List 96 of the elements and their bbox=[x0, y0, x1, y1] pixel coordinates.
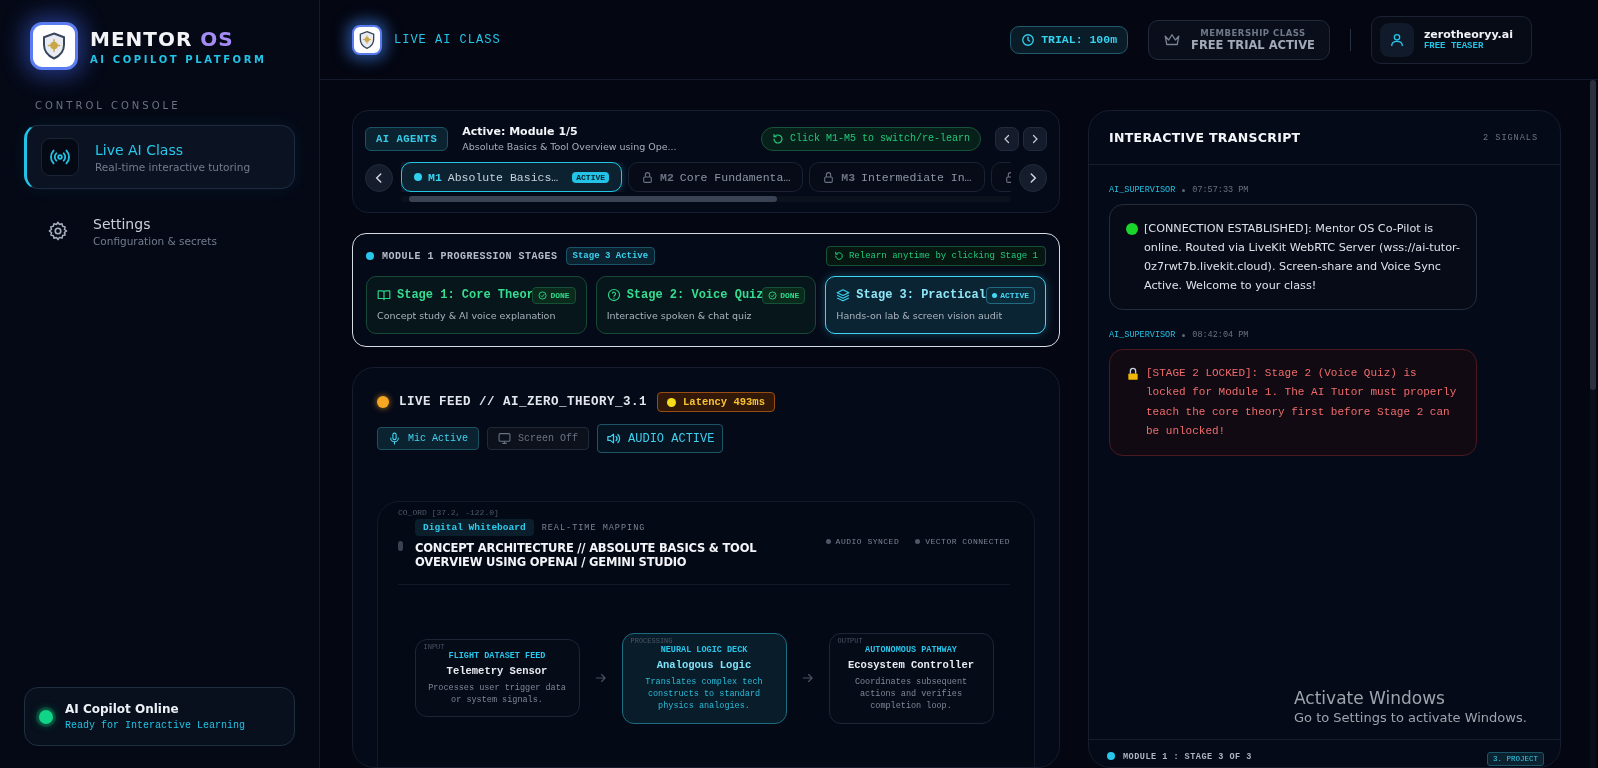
status-dot bbox=[366, 252, 374, 260]
mapping-label: REAL-TIME MAPPING bbox=[541, 522, 646, 533]
scroll-right-button[interactable] bbox=[1019, 164, 1047, 192]
live-dot bbox=[377, 396, 389, 408]
speaker-icon bbox=[606, 431, 622, 446]
stages-title: MODULE 1 PROGRESSION STAGES bbox=[382, 250, 558, 262]
scroll-left-button[interactable] bbox=[365, 164, 393, 192]
user-icon bbox=[1388, 31, 1405, 48]
coordinates-label: CO_ORD [37.2, -122.0] bbox=[398, 508, 500, 517]
status-title: AI Copilot Online bbox=[65, 702, 180, 716]
refresh-icon bbox=[833, 251, 844, 261]
layers-icon bbox=[836, 288, 851, 302]
whiteboard-badge: Digital Whiteboard bbox=[415, 519, 534, 536]
status-dot bbox=[1107, 752, 1115, 760]
message-text: [CONNECTION ESTABLISHED]: Mentor OS Co-Pilot is online. Routed via LiveKit WebRTC Server (wss://ai-tutor-0z7rwt7b.livekit.cloud). Screen-share and Voice Sync Active. Welcome to your class! bbox=[1144, 221, 1460, 295]
node-category: AUTONOMOUS PATHWAY bbox=[864, 644, 958, 655]
clock-icon bbox=[1021, 32, 1036, 47]
message-time: 08:42:04 PM bbox=[1192, 330, 1249, 341]
refresh-icon bbox=[771, 132, 784, 145]
brand-subtitle: AI COPILOT PLATFORM bbox=[90, 54, 267, 65]
control-toggle[interactable]: Mic Active bbox=[377, 427, 479, 450]
lock-icon bbox=[822, 170, 836, 184]
user-plan: FREE TEASER bbox=[1423, 41, 1485, 51]
stage-card[interactable]: Stage 1: Core Theor DONE Concept study & AI voice explanation bbox=[366, 276, 587, 334]
nav-description: Configuration & secrets bbox=[93, 234, 217, 247]
membership-label: MEMBERSHIP CLASS bbox=[1199, 27, 1307, 38]
activation-title: Activate Windows bbox=[1294, 688, 1446, 708]
node-title: Ecosystem Controller bbox=[847, 658, 975, 671]
status-indicator: AUDIO SYNCED bbox=[825, 537, 900, 546]
active-dot bbox=[414, 173, 422, 181]
nav-item[interactable]: Settings Configuration & secrets bbox=[24, 199, 295, 263]
message-sender: AI_SUPERVISOR bbox=[1109, 330, 1176, 341]
status-badge: ACTIVE bbox=[986, 287, 1035, 304]
stage-description: Hands-on lab & screen vision audit bbox=[836, 310, 1004, 321]
whiteboard-title: CONCEPT ARCHITECTURE // ABSOLUTE BASICS & TOOL OVERVIEW USING OPENAI / GEMINI STUDIO bbox=[415, 542, 758, 570]
nav-item[interactable]: Live AI Class Real-time interactive tutoring bbox=[24, 125, 295, 189]
stage-description: Interactive spoken & chat quiz bbox=[606, 310, 753, 321]
monitor-icon bbox=[498, 432, 511, 445]
module-subtitle: Absolute Basics & Tool Overview using Ope... bbox=[462, 141, 678, 152]
module-tab[interactable]: M3 Intermediate In… bbox=[809, 162, 985, 192]
book-icon bbox=[377, 288, 391, 302]
transcript-title: INTERACTIVE TRANSCRIPT bbox=[1109, 130, 1301, 145]
stage-title: Stage 1: Core Theor bbox=[397, 288, 534, 302]
node-description: Translates complex tech constructs to standard physics analogies. bbox=[644, 675, 764, 713]
stage-title: Stage 2: Voice Quiz bbox=[626, 288, 764, 302]
stage-badge: Stage 3 Active bbox=[565, 247, 656, 265]
status-badge: DONE bbox=[762, 287, 806, 304]
relearn-hint-button[interactable]: Relearn anytime by clicking Stage 1 bbox=[825, 246, 1046, 266]
next-button[interactable] bbox=[1023, 126, 1047, 151]
module-title: Active: Module 1/5 bbox=[462, 125, 579, 138]
node-title: Telemetry Sensor bbox=[445, 664, 549, 677]
signal-count: 2 SIGNALS bbox=[1483, 132, 1538, 143]
lock-icon bbox=[1126, 367, 1140, 382]
node-category: FLIGHT DATASET FEED bbox=[447, 650, 547, 661]
stage-progress-label: MODULE 1 : STAGE 3 OF 3 bbox=[1123, 752, 1252, 762]
microphone-icon bbox=[388, 432, 401, 445]
status-subtitle: Ready for Interactive Learning bbox=[65, 720, 246, 731]
settings-icon bbox=[47, 220, 69, 242]
nav-label: Settings bbox=[93, 215, 152, 232]
user-card[interactable]: zerotheoryy.ai FREE TEASER bbox=[1370, 15, 1532, 64]
activation-message: Go to Settings to activate Windows. bbox=[1294, 710, 1527, 725]
stage-title: Stage 3: Practical bbox=[856, 288, 986, 302]
agents-badge: AI AGENTS bbox=[365, 126, 449, 151]
trial-badge: TRIAL: 100m bbox=[1010, 25, 1129, 54]
previous-button[interactable] bbox=[995, 126, 1019, 151]
stage-card[interactable]: Stage 2: Voice Quiz DONE Interactive spoken & chat quiz bbox=[595, 276, 817, 334]
brand-title: MENTOR OS bbox=[90, 27, 235, 51]
node-title: Analogous Logic bbox=[655, 658, 753, 671]
switch-hint-button[interactable]: Click M1-M5 to switch/re-learn bbox=[760, 126, 981, 151]
control-toggle[interactable]: Screen Off bbox=[487, 427, 590, 450]
drag-handle[interactable] bbox=[398, 541, 403, 551]
membership-value: FREE TRIAL ACTIVE bbox=[1191, 37, 1315, 52]
latency-badge: Latency 493ms bbox=[657, 392, 775, 412]
nav-label: Live AI Class bbox=[95, 141, 185, 158]
message-sender: AI_SUPERVISOR bbox=[1109, 185, 1176, 195]
stage-description: Concept study & AI voice explanation bbox=[377, 310, 557, 321]
section-label: CONTROL CONSOLE bbox=[35, 100, 182, 111]
status-badge: DONE bbox=[532, 287, 576, 304]
page-title: LIVE AI CLASS bbox=[394, 32, 501, 47]
lock-icon bbox=[641, 170, 655, 184]
module-tab[interactable]: M1 Absolute Basics… ACTIVE bbox=[401, 162, 623, 192]
feed-title: LIVE FEED // AI_ZERO_THEORY_3.1 bbox=[399, 395, 648, 409]
stage-card[interactable]: Stage 3: Practical ACTIVE Hands-on lab & screen vision audit bbox=[825, 276, 1046, 334]
online-dot bbox=[1126, 223, 1138, 235]
node-description: Processes user trigger data or system signals. bbox=[427, 681, 567, 707]
status-indicator: VECTOR CONNECTED bbox=[915, 537, 1010, 546]
nav-description: Real-time interactive tutoring bbox=[95, 160, 251, 173]
control-toggle[interactable]: AUDIO ACTIVE bbox=[597, 424, 724, 453]
question-icon bbox=[606, 288, 621, 302]
active-badge: ACTIVE bbox=[572, 171, 610, 183]
module-tab[interactable]: M2 Core Fundamenta… bbox=[628, 162, 804, 192]
user-name: zerotheoryy.ai bbox=[1423, 28, 1513, 41]
node-description: Coordinates subsequent actions and verifies completion loop. bbox=[853, 675, 969, 713]
message-text: [STAGE 2 LOCKED]: Stage 2 (Voice Quiz) is locked for Module 1. The AI Tutor must properly teach the core theory first before Stage 2 can be unlocked! bbox=[1146, 366, 1458, 439]
message-time: 07:57:33 PM bbox=[1192, 185, 1249, 195]
node-category: NEURAL LOGIC DECK bbox=[659, 644, 749, 655]
